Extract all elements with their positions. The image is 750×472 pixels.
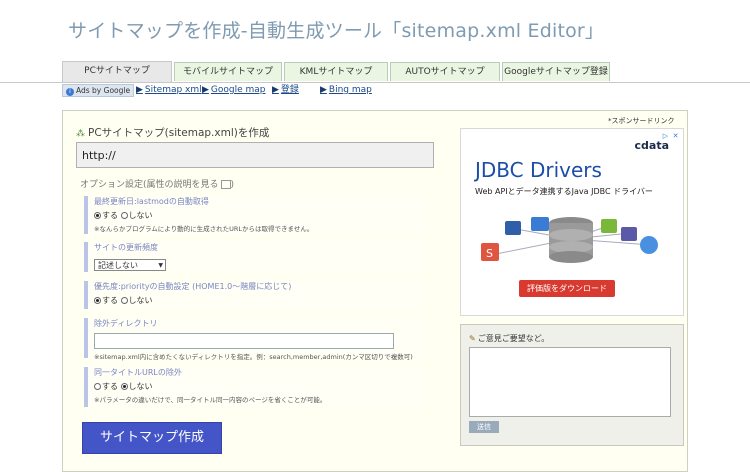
section-exclude: 除外ディレクトリ ※sitemap.xml内に含めたくないディレクトリを指定。例… bbox=[84, 318, 426, 361]
section-note: ※パラメータの違いだけで、同一タイトル同一内容のページを省くことが可能。 bbox=[94, 396, 327, 404]
radio-label: しない bbox=[128, 296, 153, 305]
tab-bar: PCサイトマップ モバイルサイトマップ KMLサイトマップ AUTOサイトマップ… bbox=[0, 60, 750, 83]
radio-label: する bbox=[102, 296, 118, 305]
page-title: サイトマップを作成-自動生成ツール「sitemap.xml Editor」 bbox=[68, 20, 605, 42]
section-heading: 同一タイトルURLの除外 bbox=[94, 368, 182, 377]
ad-link-google-map[interactable]: ▶ Google map bbox=[202, 84, 266, 96]
info-icon: i bbox=[66, 88, 74, 96]
radio-label: する bbox=[102, 382, 118, 391]
dup-no-radio[interactable] bbox=[120, 383, 128, 390]
section-duplicate-title: 同一タイトルURLの除外 する しない ※パラメータの違いだけで、同一タイトル同… bbox=[84, 367, 426, 407]
lastmod-yes-radio[interactable] bbox=[94, 212, 101, 219]
ad-link-bar: i Ads by Google ▶ Sitemap xml ▶ Google map … bbox=[62, 84, 372, 98]
ad-link-label: 登録 bbox=[280, 85, 299, 95]
dup-radio-group: する しない bbox=[94, 381, 426, 392]
priority-no-radio[interactable] bbox=[120, 297, 128, 304]
tab-pc-sitemap[interactable]: PCサイトマップ bbox=[62, 61, 172, 82]
sponsor-label: *スポンサードリンク bbox=[608, 117, 675, 125]
form-title-text: PCサイトマップ(sitemap.xml)を作成 bbox=[88, 127, 270, 139]
play-arrow-icon: ▶ bbox=[272, 85, 279, 95]
changefreq-select[interactable]: 記述しない ▼ bbox=[94, 259, 166, 271]
section-heading: 最終更新日:lastmodの自動取得 bbox=[94, 197, 209, 206]
options-link[interactable]: オプション設定(属性の説明を見る) bbox=[80, 177, 234, 190]
feedback-label: ✎ ご意見ご要望など。 bbox=[469, 333, 549, 344]
ad-link-bing-map[interactable]: ▶ Bing map bbox=[320, 84, 372, 96]
exclude-dir-input[interactable] bbox=[94, 333, 394, 349]
chevron-down-icon: ▼ bbox=[158, 262, 163, 269]
section-heading: サイトの更新頻度 bbox=[94, 243, 158, 252]
external-window-icon bbox=[220, 180, 231, 189]
sitemap-tree-icon: ⁂ bbox=[76, 129, 85, 139]
section-lastmod: 最終更新日:lastmodの自動取得 する しない ※なんらかプログラムにより動… bbox=[84, 196, 426, 234]
tab-auto-sitemap[interactable]: AUTOサイトマップ bbox=[390, 62, 500, 81]
url-input[interactable]: http:// bbox=[76, 142, 434, 168]
play-arrow-icon: ▶ bbox=[320, 85, 327, 95]
section-heading: 優先度:priorityの自動設定 (HOME1.0〜階層に応じて) bbox=[94, 282, 292, 291]
priority-yes-radio[interactable] bbox=[94, 297, 101, 304]
lastmod-no-radio[interactable] bbox=[120, 212, 128, 219]
section-heading: 除外ディレクトリ bbox=[94, 319, 158, 328]
svg-text:S: S bbox=[486, 247, 493, 260]
radio-label: しない bbox=[128, 382, 153, 391]
section-note: ※なんらかプログラムにより動的に生成されたURLからは取得できません。 bbox=[94, 225, 314, 233]
radio-label: する bbox=[102, 211, 118, 220]
feedback-box: ✎ ご意見ご要望など。 送信 bbox=[460, 324, 684, 446]
lastmod-radio-group: する しない bbox=[94, 210, 426, 221]
ads-by-label: Ads by Google bbox=[76, 86, 131, 95]
form-title: ⁂ PCサイトマップ(sitemap.xml)を作成 bbox=[76, 125, 269, 140]
feedback-textarea[interactable] bbox=[469, 347, 671, 417]
options-link-text: オプション設定(属性の説明を見る bbox=[80, 180, 219, 190]
dup-yes-radio[interactable] bbox=[94, 383, 101, 390]
ad-link-sitemap-xml[interactable]: ▶ Sitemap xml bbox=[136, 84, 202, 96]
pencil-icon: ✎ bbox=[469, 334, 476, 343]
priority-radio-group: する しない bbox=[94, 295, 426, 306]
tab-google-sitemap-register[interactable]: Googleサイトマップ登録 bbox=[502, 62, 610, 81]
radio-label: しない bbox=[128, 211, 153, 220]
tab-mobile-sitemap[interactable]: モバイルサイトマップ bbox=[174, 62, 282, 81]
ad-link-label: Sitemap xml bbox=[144, 85, 202, 95]
play-arrow-icon: ▶ bbox=[202, 85, 209, 95]
ad-link-label: Google map bbox=[210, 85, 266, 95]
section-priority: 優先度:priorityの自動設定 (HOME1.0〜階層に応じて) する しな… bbox=[84, 281, 426, 309]
ads-by-google-badge[interactable]: i Ads by Google bbox=[62, 84, 135, 97]
create-sitemap-button[interactable]: サイトマップ作成 bbox=[82, 422, 222, 454]
ad-link-register[interactable]: ▶ 登録 bbox=[272, 84, 299, 96]
play-arrow-icon: ▶ bbox=[136, 85, 143, 95]
ad-link-label: Bing map bbox=[328, 85, 372, 95]
select-value: 記述しない bbox=[98, 261, 138, 270]
section-note: ※sitemap.xml内に含めたくないディレクトリを指定。例：search,m… bbox=[94, 353, 413, 361]
section-changefreq: サイトの更新頻度 記述しない ▼ bbox=[84, 242, 426, 272]
ad-download-button[interactable]: 評価版をダウンロード bbox=[519, 280, 615, 297]
feedback-label-text: ご意見ご要望など。 bbox=[477, 334, 550, 343]
tab-kml-sitemap[interactable]: KMLサイトマップ bbox=[284, 62, 388, 81]
send-button[interactable]: 送信 bbox=[469, 421, 499, 433]
jdbc-ad-banner[interactable]: ▷ ✕ cdata JDBC Drivers Web APIとデータ連携するJa… bbox=[460, 128, 684, 316]
